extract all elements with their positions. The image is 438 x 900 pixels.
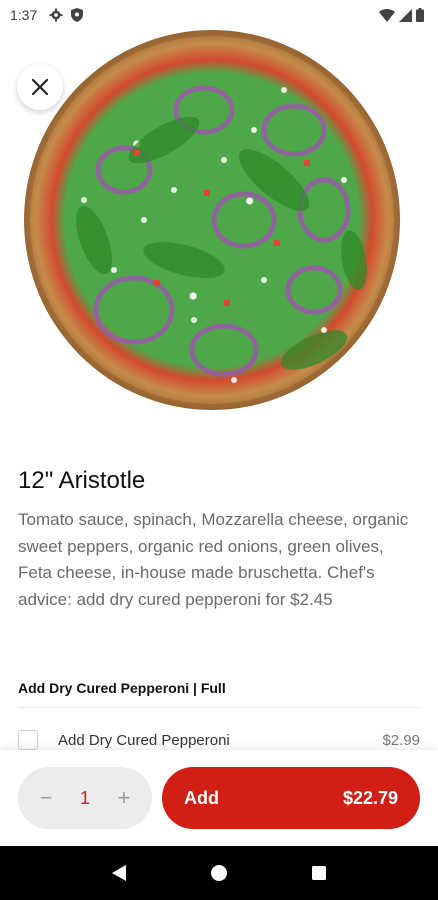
add-button-label: Add: [184, 787, 219, 808]
increment-button[interactable]: +: [114, 785, 134, 811]
home-icon[interactable]: [210, 864, 228, 882]
option-section-title: Add Dry Cured Pepperoni | Full: [18, 680, 226, 696]
gear-icon: [49, 8, 63, 22]
item-hero: [0, 30, 438, 430]
recents-icon[interactable]: [311, 865, 327, 881]
option-checkbox[interactable]: [18, 730, 38, 750]
system-nav-bar: [0, 846, 438, 900]
section-divider: [18, 707, 420, 708]
add-button-total: $22.79: [342, 787, 398, 808]
quantity-stepper: − 1 +: [18, 767, 152, 829]
add-to-cart-button[interactable]: Add $22.79: [162, 767, 420, 829]
close-icon: [31, 78, 49, 96]
status-time: 1:37: [10, 7, 38, 23]
item-description: Tomato sauce, spinach, Mozzarella cheese…: [18, 510, 409, 609]
wifi-icon: [379, 8, 395, 22]
battery-icon: [416, 8, 424, 22]
shield-icon: [71, 8, 84, 22]
pizza-toppings: [75, 85, 367, 383]
option-row[interactable]: Add Dry Cured Pepperoni $2.99: [18, 728, 420, 752]
back-icon[interactable]: [111, 864, 127, 882]
cellular-icon: [399, 8, 412, 22]
quantity-value: 1: [79, 787, 90, 808]
cart-bar: − 1 + Add $22.79: [0, 750, 438, 846]
pizza-photo: [24, 30, 400, 410]
close-button[interactable]: [17, 64, 63, 110]
option-price: $2.99: [382, 731, 420, 749]
item-title: 12" Aristotle: [18, 467, 146, 494]
option-label: Add Dry Cured Pepperoni: [58, 731, 230, 749]
status-bar: 1:37: [0, 0, 438, 30]
decrement-button[interactable]: −: [36, 785, 56, 811]
